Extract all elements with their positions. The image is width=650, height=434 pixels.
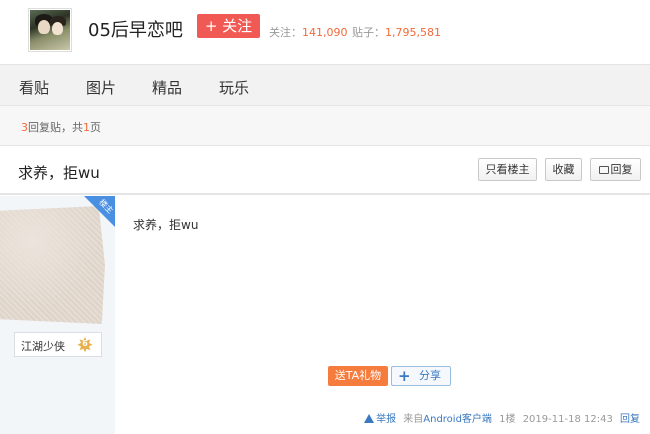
post-time: 2019-11-18 12:43 xyxy=(522,414,613,425)
only-op-button[interactable]: 只看楼主 xyxy=(478,158,537,181)
favorite-button[interactable]: 收藏 xyxy=(545,158,582,181)
forum-avatar[interactable] xyxy=(28,8,72,52)
posts-label: 贴子： xyxy=(352,26,385,39)
post-body: 求养，拒wu 送TA礼物 + 分享 xyxy=(115,196,650,434)
client-link[interactable]: Android客户端 xyxy=(423,414,492,425)
post-content: 求养，拒wu xyxy=(133,218,199,232)
client-source: 来自Android客户端 xyxy=(403,414,492,425)
pager-bar: 3回复贴，共1页 xyxy=(0,106,650,146)
forum-header: 05后早恋吧 + 关注 关注：141,090 贴子：1,795,581 xyxy=(0,0,650,64)
level-badge[interactable]: ✸ 6 xyxy=(75,335,95,355)
comment-icon xyxy=(598,166,609,174)
tab-posts[interactable]: 看贴 xyxy=(19,77,49,98)
reply-summary: 3回复贴，共1页 xyxy=(21,121,101,134)
author-card: 江湖少侠 ✸ 6 xyxy=(14,332,102,357)
posts-count: 1,795,581 xyxy=(385,26,441,39)
thread-title-bar: 求养，拒wu 只看楼主 收藏 回复 xyxy=(0,147,650,195)
forum-nav: 看贴 图片 精品 玩乐 xyxy=(0,64,650,106)
posts-stat: 贴子：1,795,581 xyxy=(352,24,441,40)
forum-name[interactable]: 05后早恋吧 xyxy=(88,16,183,42)
tab-fun[interactable]: 玩乐 xyxy=(219,77,249,98)
op-badge-label: 楼主 xyxy=(97,197,115,216)
followers-stat: 关注：141,090 xyxy=(269,24,348,40)
post-item: 楼主 江湖少侠 ✸ 6 求养，拒wu 送TA礼物 + 分享 举报 来自Andro… xyxy=(0,196,650,434)
tab-images[interactable]: 图片 xyxy=(86,77,116,98)
op-badge: 楼主 xyxy=(84,196,115,227)
author-sidebar: 楼主 江湖少侠 ✸ 6 xyxy=(0,196,115,434)
post-meta: 举报 来自Android客户端 1楼 2019-11-18 12:43 回复 xyxy=(360,410,640,425)
author-name[interactable]: 江湖少侠 xyxy=(21,338,65,354)
floor-number: 1楼 xyxy=(499,414,516,425)
plus-icon: + xyxy=(398,367,411,385)
followers-count: 141,090 xyxy=(302,26,348,39)
share-button[interactable]: + 分享 xyxy=(391,366,451,386)
reply-button[interactable]: 回复 xyxy=(590,158,641,181)
warning-icon xyxy=(364,414,375,423)
level-number: 6 xyxy=(82,339,88,348)
forum-avatar-image xyxy=(30,10,70,50)
send-gift-button[interactable]: 送TA礼物 xyxy=(328,366,388,386)
followers-label: 关注： xyxy=(269,26,302,39)
reply-count: 3 xyxy=(21,121,28,134)
page-count: 1 xyxy=(83,121,90,134)
post-reply-link[interactable]: 回复 xyxy=(620,414,640,425)
share-label: 分享 xyxy=(419,369,441,382)
report-link[interactable]: 举报 xyxy=(364,414,396,425)
follow-button[interactable]: + 关注 xyxy=(197,14,260,38)
thread-title: 求养，拒wu xyxy=(18,164,100,182)
reply-button-label: 回复 xyxy=(610,163,633,176)
tab-featured[interactable]: 精品 xyxy=(152,77,182,98)
